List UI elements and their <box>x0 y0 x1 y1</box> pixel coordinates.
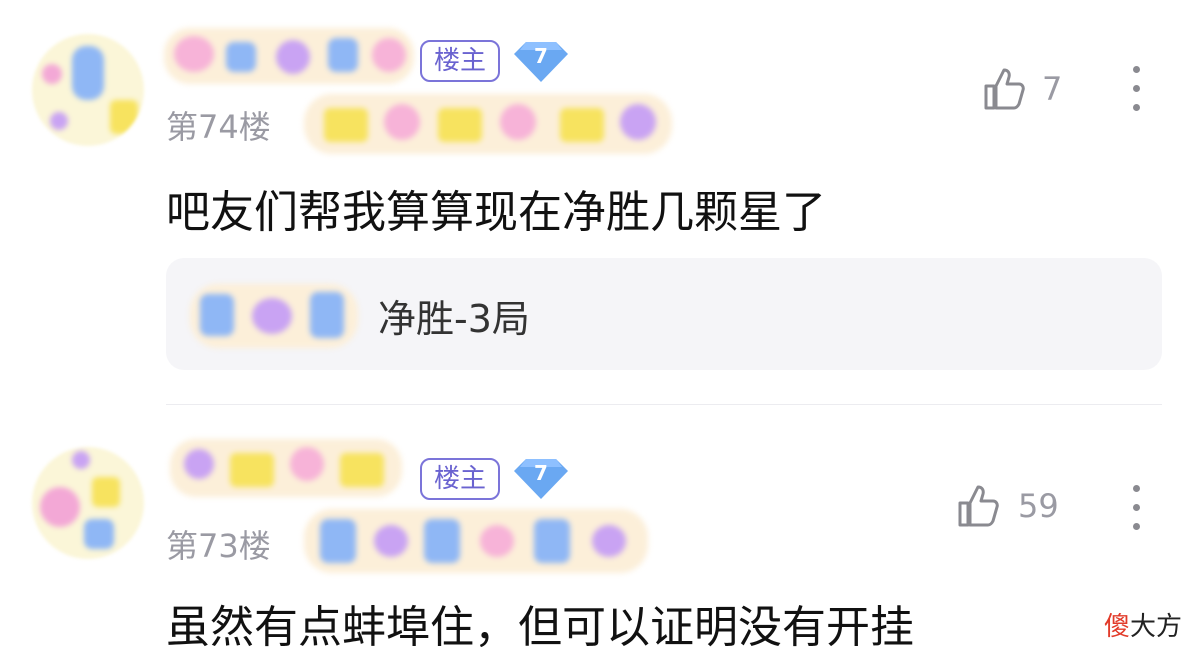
watermark-first-char: 傻 <box>1103 612 1130 642</box>
more-options-button[interactable] <box>1126 66 1146 118</box>
comment-item: 楼主 7 第74楼 7 吧友们帮我算算现在净胜几颗星了 净胜-3局 <box>0 0 1200 405</box>
like-count: 7 <box>1042 70 1063 108</box>
thumbs-up-icon <box>958 485 999 527</box>
level-number: 7 <box>534 461 548 485</box>
floor-number: 第73楼 <box>166 527 271 565</box>
level-badge: 7 <box>514 455 568 501</box>
watermark: 傻大方 <box>1104 606 1182 643</box>
level-number: 7 <box>534 44 548 68</box>
like-button[interactable] <box>956 483 1002 529</box>
watermark-rest: 大方 <box>1129 612 1182 642</box>
user-tag-obscured <box>304 509 648 573</box>
username-obscured[interactable] <box>170 439 402 497</box>
username-obscured[interactable] <box>164 28 414 84</box>
user-tag-obscured <box>304 94 672 154</box>
comment-text: 虽然有点蚌埠住，但可以证明没有开挂 <box>166 602 914 653</box>
like-button[interactable] <box>982 66 1028 112</box>
attachment-text: 净胜-3局 <box>378 297 530 341</box>
comment-item: 楼主 7 第73楼 59 虽然有点蚌埠住，但可以证明没有开挂 <box>0 405 1200 663</box>
level-badge: 7 <box>514 38 568 84</box>
more-options-button[interactable] <box>1126 485 1146 537</box>
avatar[interactable] <box>32 34 144 146</box>
attachment-card[interactable]: 净胜-3局 <box>166 258 1162 370</box>
floor-number: 第74楼 <box>166 108 271 146</box>
thumbs-up-icon <box>984 68 1025 110</box>
comment-text: 吧友们帮我算算现在净胜几颗星了 <box>166 187 826 238</box>
owner-badge: 楼主 <box>420 458 500 500</box>
avatar[interactable] <box>32 447 144 559</box>
owner-badge: 楼主 <box>420 40 500 82</box>
like-count: 59 <box>1018 487 1059 525</box>
attachment-image-obscured <box>190 284 358 348</box>
